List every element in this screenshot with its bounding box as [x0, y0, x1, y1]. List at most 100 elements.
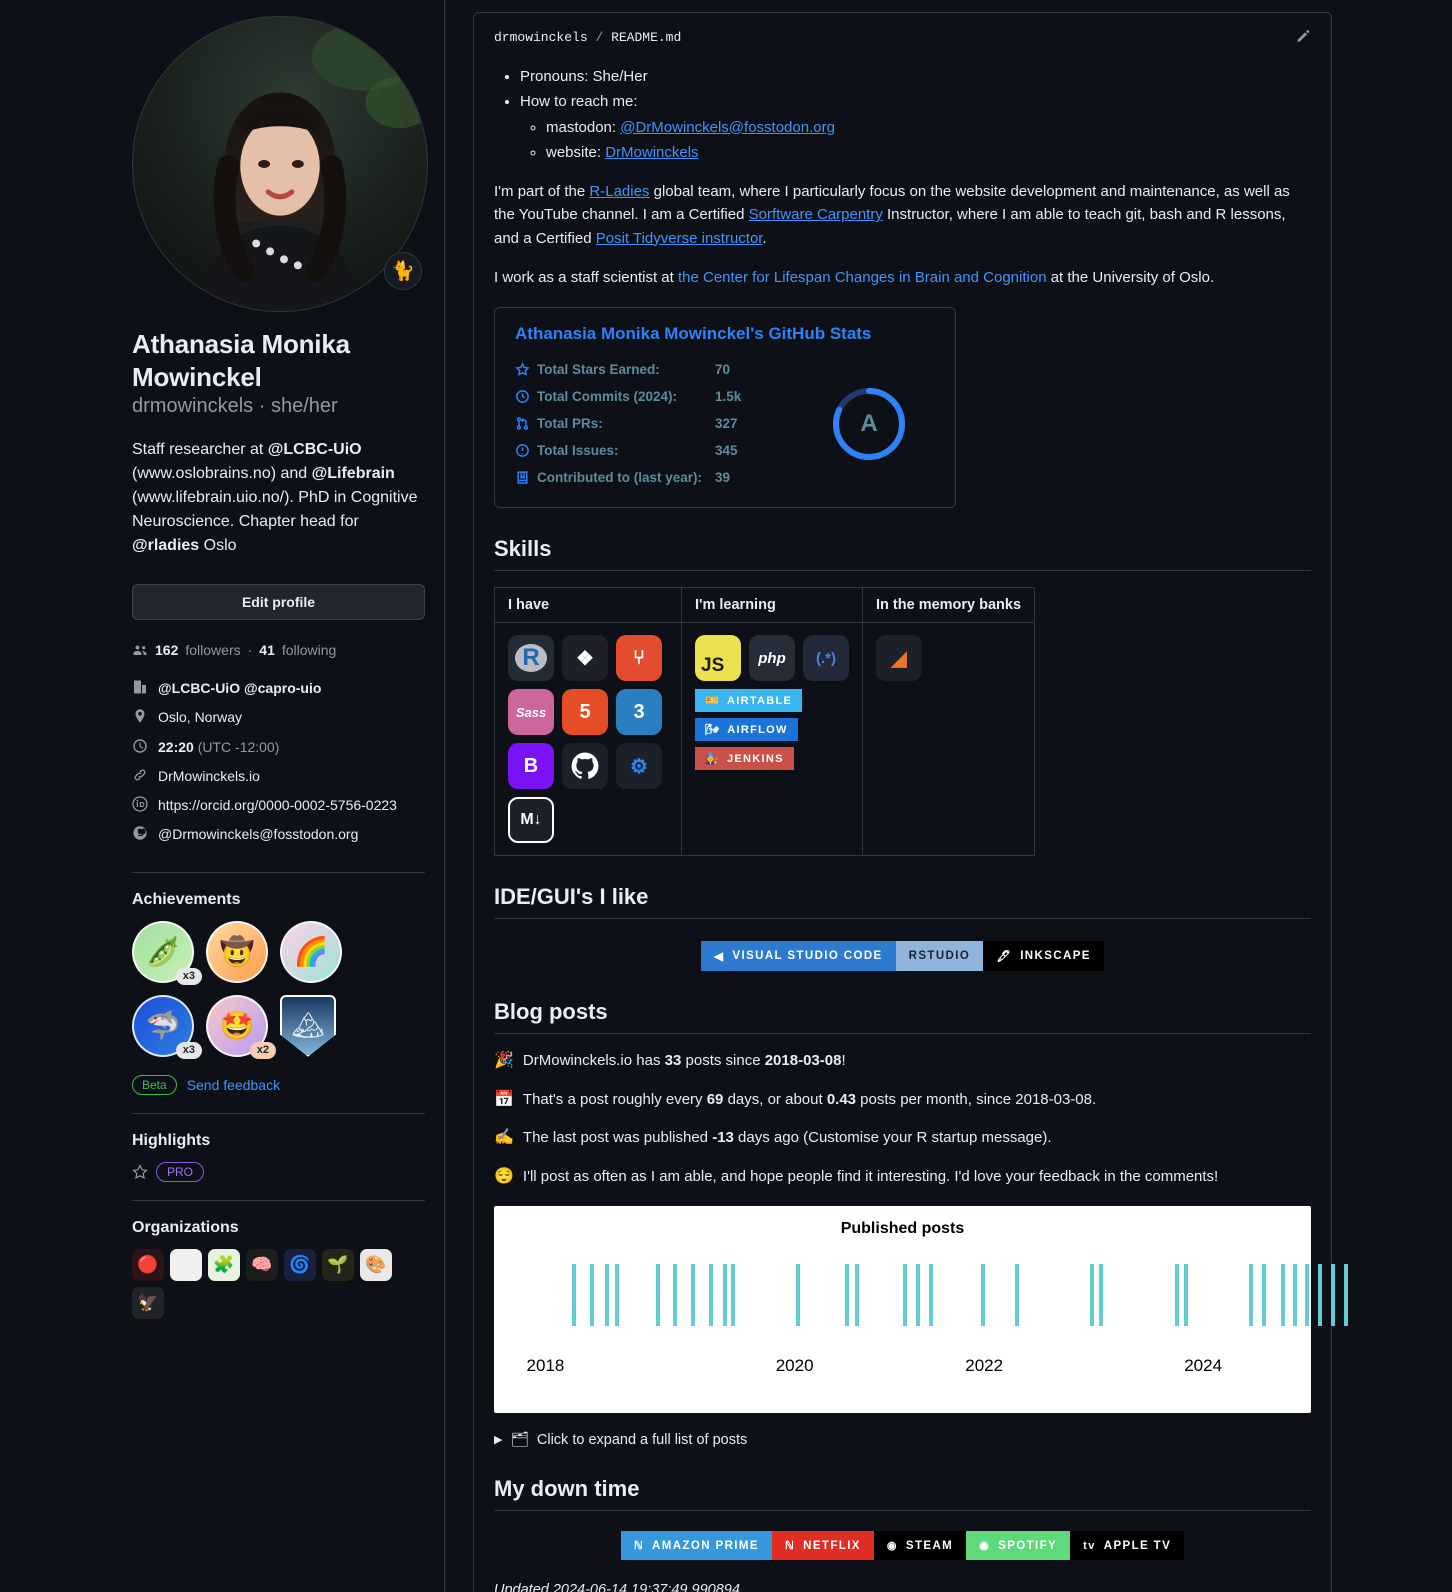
arctic-code-vault[interactable]: 🏔	[280, 994, 342, 1057]
readme-link[interactable]: Posit Tidyverse instructor	[596, 230, 763, 247]
yolo[interactable]: 🌈	[280, 920, 342, 983]
readme-header: drmowinckels / README.md	[494, 29, 1311, 45]
git-icon: ⑂	[616, 635, 662, 681]
chart-mark	[1015, 1264, 1020, 1326]
steam-badge[interactable]: ◉ STEAM	[873, 1531, 967, 1560]
javascript-icon: JS	[695, 635, 741, 681]
website-link[interactable]: DrMowinckels	[605, 144, 698, 161]
readme-link[interactable]: R-Ladies	[589, 183, 649, 200]
chart-marks	[494, 1264, 1348, 1326]
status-emoji: 🐈	[391, 260, 415, 282]
vscode-badge[interactable]: ◀ VISUAL STUDIO CODE	[701, 941, 896, 971]
org-brain[interactable]: 🧠	[246, 1248, 278, 1281]
blog-link[interactable]: DrMowinckels.io	[523, 1052, 632, 1069]
airflow-badge[interactable]: 🌬 AIRFLOW	[695, 718, 798, 741]
achievement-count: x3	[175, 1041, 202, 1059]
chart-x-tick: 2022	[965, 1356, 1004, 1375]
edit-profile-button[interactable]: Edit profile	[132, 584, 425, 620]
apple-tv-badge[interactable]: tv APPLE TV	[1070, 1531, 1185, 1560]
stat-value: 345	[715, 443, 738, 458]
stat-value: 39	[715, 470, 731, 485]
stats-card-body: Total Stars Earned: 70 Total Commits (2024…	[515, 356, 935, 491]
profile-full-name: Athanasia Monika Mowinckel	[132, 329, 350, 392]
detail-text[interactable]: @LCBC-UiO @capro-uio	[158, 678, 321, 698]
skills-header-row: I have I'm learning In the memory banks	[494, 587, 1036, 623]
chart-x-tick: 2018	[526, 1356, 565, 1375]
jenkins-badge[interactable]: 🧑‍🔧 JENKINS	[695, 747, 794, 770]
org-seed[interactable]: 🌱	[322, 1248, 354, 1281]
blog-text-part: days, or about	[723, 1090, 827, 1108]
achievements-beta-row: Beta Send feedback	[132, 1074, 425, 1114]
have-tiles: R ❖ ⑂ Sass 5 3 B ⚙ M↓	[508, 635, 668, 843]
quickdraw[interactable]: 🤠	[206, 920, 268, 983]
detail-text[interactable]: https://orcid.org/0000-0002-5756-0223	[158, 795, 397, 815]
netflix-badge[interactable]: ℕ NETFLIX	[771, 1531, 874, 1560]
detail-row: @Drmowinckels@fosstodon.org	[132, 824, 425, 844]
org-rladies[interactable]: Ⓡ	[170, 1248, 202, 1281]
galaxy-brain[interactable]: 🤩 x2	[206, 994, 276, 1059]
readme-breadcrumb: drmowinckels / README.md	[494, 30, 681, 45]
handle-separator: ·	[258, 395, 266, 417]
readme-link[interactable]: the Center for Lifespan Changes in Brain…	[678, 269, 1047, 286]
blog-text-part: That's a post roughly every	[522, 1090, 707, 1108]
readme-link[interactable]: Sorftware Carpentry	[749, 206, 883, 223]
blog-text-part: !	[841, 1052, 846, 1069]
detail-row: 22:20 (UTC -12:00)	[132, 737, 425, 757]
blog-text-part: ).	[1042, 1129, 1052, 1146]
badge-icon: 🖋	[996, 951, 1013, 963]
amazon-prime-badge[interactable]: ℕ AMAZON PRIME	[620, 1531, 772, 1560]
badge-label: SPOTIFY	[998, 1539, 1058, 1552]
detail-text[interactable]: @Drmowinckels@fosstodon.org	[158, 824, 358, 844]
bio-mention[interactable]: @LCBC-UiO	[268, 441, 362, 458]
bio-mention[interactable]: @rladies	[132, 537, 199, 554]
website-label: website:	[546, 143, 606, 161]
blog-text-part: 69	[706, 1090, 724, 1108]
highlights-title: Highlights	[132, 1131, 211, 1149]
downtime-heading: My down time	[494, 1476, 1311, 1511]
profile-page: 🐈 Athanasia Monika Mowinckel drmowinckel…	[0, 0, 1452, 1592]
rstudio-badge[interactable]: RSTUDIO	[895, 941, 984, 971]
clock-icon	[132, 738, 148, 754]
blog-text: The last post was published -13 days ago…	[523, 1127, 1052, 1150]
detail-text[interactable]: DrMowinckels.io	[158, 766, 260, 786]
pencil-icon[interactable]	[1295, 29, 1311, 45]
php-icon: php	[749, 635, 795, 681]
stats-rows: Total Stars Earned: 70 Total Commits (2024…	[515, 356, 829, 491]
spotify-badge[interactable]: ◉ SPOTIFY	[966, 1531, 1071, 1560]
followers-following[interactable]: 162 followers · 41 following	[132, 642, 425, 658]
blog-line: 🎉 DrMowinckels.io has 33 posts since 2018…	[494, 1050, 1311, 1073]
chart-mark	[572, 1264, 577, 1326]
blog-text-part: posts since	[681, 1052, 765, 1069]
pull-shark[interactable]: 🫛 x3	[132, 920, 202, 985]
blog-link[interactable]: Customise your R startup message	[808, 1129, 1042, 1146]
orcid-icon	[132, 796, 148, 812]
starstruck-shark[interactable]: 🦈 x3	[132, 994, 202, 1059]
chart-mark	[1317, 1264, 1322, 1326]
ide-badges: ◀ VISUAL STUDIO CODE RSTUDIO 🖋 INKSCAPE	[494, 941, 1311, 971]
send-feedback-link[interactable]: Send feedback	[187, 1077, 280, 1093]
org-colors[interactable]: 🎨	[360, 1248, 392, 1281]
detail-row: https://orcid.org/0000-0002-5756-0223	[132, 795, 425, 815]
detail-text[interactable]: 22:20 (UTC -12:00)	[158, 737, 279, 757]
org-lcbc[interactable]: 🔴	[132, 1248, 164, 1281]
html5-icon: 5	[562, 689, 608, 735]
stat-row: Contributed to (last year): 39	[515, 464, 829, 491]
readme-owner[interactable]: drmowinckels	[494, 30, 588, 45]
mastodon-link[interactable]: @DrMowinckels@fosstodon.org	[620, 119, 835, 136]
inkscape-badge[interactable]: 🖋 INKSCAPE	[983, 941, 1104, 971]
readme-filename[interactable]: README.md	[611, 30, 681, 45]
expand-posts-row[interactable]: ▶ 🗂 Click to expand a full list of posts	[494, 1431, 1311, 1449]
stat-label: Total Stars Earned:	[537, 362, 660, 377]
org-blue[interactable]: 🌀	[284, 1248, 316, 1281]
achievement-count: x3	[175, 967, 202, 985]
detail-text[interactable]: Oslo, Norway	[158, 707, 242, 727]
org-capro[interactable]: 🧩	[208, 1248, 240, 1281]
badge-label: AIRFLOW	[727, 723, 788, 736]
blog-text-part: I'll post as often as I am able, and hop…	[522, 1167, 1219, 1185]
people-icon	[132, 642, 148, 658]
airtable-badge[interactable]: 🎫 AIRTABLE	[695, 689, 803, 712]
bio-mention[interactable]: @Lifebrain	[312, 465, 395, 482]
org-dark[interactable]: 🦅	[132, 1286, 164, 1319]
status-emoji-badge[interactable]: 🐈	[384, 252, 422, 290]
chevron-right-icon: ▶	[494, 1434, 503, 1446]
